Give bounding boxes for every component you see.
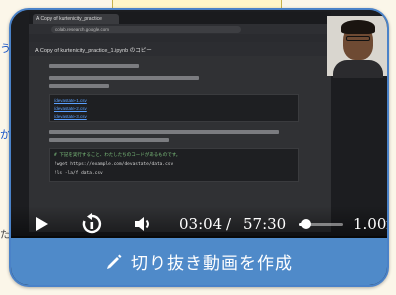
browser-bookmarks xyxy=(29,34,331,42)
code-line: !ls -la/f data.csv xyxy=(54,171,103,176)
notebook-link-cell: /devastate-1.csv /devastate-2.csv /devas… xyxy=(49,94,299,122)
time-separator: / xyxy=(226,215,232,233)
browser-tab: A Copy of kurtenicity_practice xyxy=(33,14,119,24)
code-line: !wget https://example.com/devastate/data… xyxy=(54,162,174,167)
notebook-text-line xyxy=(49,64,139,68)
player-controls: 03:04 / 57:30 1.00x xyxy=(11,206,387,242)
notebook-text-line xyxy=(49,76,199,80)
play-icon[interactable] xyxy=(35,216,49,232)
browser-tabbar: A Copy of kurtenicity_practice xyxy=(29,12,331,24)
notebook-title: A Copy of kurtenicity_practice_1.ipynb の… xyxy=(29,42,331,56)
screen-recording: A Copy of kurtenicity_practice colab.res… xyxy=(29,12,331,232)
notebook-text-line xyxy=(49,138,169,142)
notebook-link: /devastate-1.csv xyxy=(54,98,87,103)
code-line: # 下記を実行すること、わたしたちのコードがあるものです。 xyxy=(54,153,181,158)
video-player[interactable]: A Copy of kurtenicity_practice colab.res… xyxy=(11,10,387,242)
webcam-overlay xyxy=(327,16,387,78)
rewind-10-icon[interactable] xyxy=(81,213,103,235)
create-clip-label: 切り抜き動画を作成 xyxy=(131,254,293,273)
create-clip-button[interactable]: 切り抜き動画を作成 xyxy=(11,238,387,285)
volume-icon[interactable] xyxy=(133,214,153,234)
pencil-icon xyxy=(107,254,122,269)
notebook-link: /devastate-3.csv xyxy=(54,114,87,119)
presenter-shirt xyxy=(333,60,383,78)
browser-url: colab.research.google.com xyxy=(51,26,241,33)
notebook-text-line xyxy=(49,84,109,88)
seek-slider[interactable] xyxy=(299,219,343,229)
presenter-hair xyxy=(341,20,375,34)
presenter-glasses xyxy=(346,36,370,41)
playback-speed[interactable]: 1.00x xyxy=(353,215,387,233)
browser-address-bar: colab.research.google.com xyxy=(29,24,331,34)
seek-handle[interactable] xyxy=(300,219,311,229)
current-time: 03:04 xyxy=(179,215,223,233)
notebook-code-cell: # 下記を実行すること、わたしたちのコードがあるものです。 !wget http… xyxy=(49,148,299,182)
notebook-text-line xyxy=(49,130,279,134)
video-card: A Copy of kurtenicity_practice colab.res… xyxy=(9,8,389,287)
total-time: 57:30 xyxy=(243,215,287,233)
notebook-link: /devastate-2.csv xyxy=(54,106,87,111)
